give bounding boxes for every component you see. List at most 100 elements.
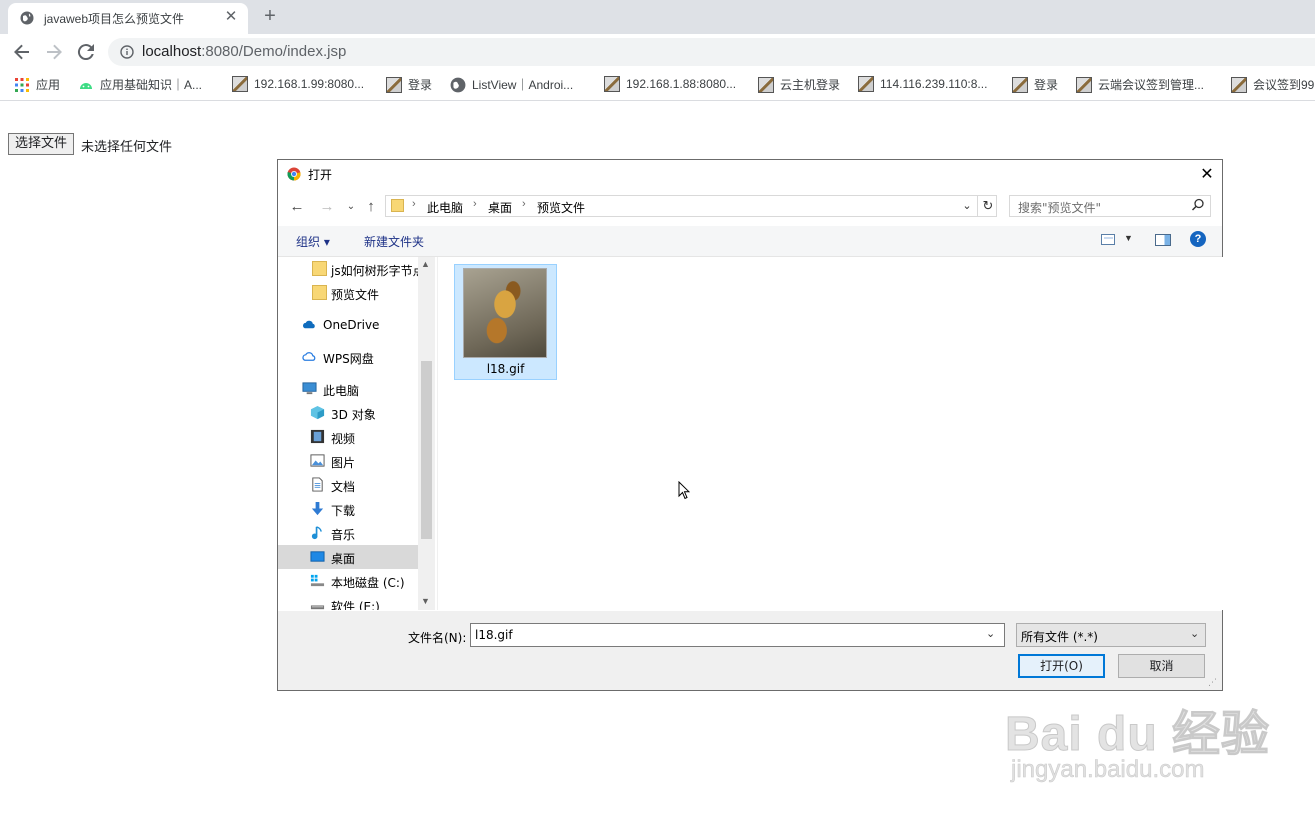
nav-item-downloads[interactable]: 下载 (278, 497, 418, 521)
onedrive-cloud-icon (303, 320, 315, 329)
scroll-up-icon[interactable]: ▲ (421, 259, 430, 269)
nav-item-drive-e[interactable]: 软件 (E:) (278, 593, 418, 610)
scrollbar-thumb[interactable] (421, 361, 432, 539)
bookmark-label: 192.168.1.99:8080... (254, 77, 365, 91)
pictures-icon (310, 454, 325, 467)
nav-item-label: 本地磁盘 (C:) (331, 576, 405, 590)
bookmark-item[interactable]: ListView｜Androi... (450, 76, 573, 94)
forward-arrow-icon[interactable]: → (318, 198, 336, 216)
chevron-down-icon: ⌄ (1190, 628, 1200, 640)
bookmark-apps[interactable]: 应用 (14, 76, 60, 94)
scroll-down-icon[interactable]: ▼ (421, 596, 430, 606)
globe-icon (20, 11, 34, 25)
nav-scrollbar[interactable]: ▲ ▼ (418, 257, 435, 610)
nav-item-pictures[interactable]: 图片 (278, 449, 418, 473)
command-bar: 组织 ▾ 新建文件夹 ▼ ? (278, 226, 1222, 257)
organize-button[interactable]: 组织 ▾ (296, 233, 330, 250)
choose-file-button[interactable]: 选择文件 (8, 133, 75, 155)
bookmark-item[interactable]: 会议签到99 (1231, 76, 1314, 94)
navigation-pane: js如何树形字节点 预览文件 OneDrive WPS网盘 此电脑 3D 对象 … (278, 257, 436, 610)
url-text: localhost:8080/Demo/index.jsp (142, 43, 346, 60)
breadcrumb-preview-folder[interactable]: 预览文件 (537, 199, 585, 216)
image-icon (1012, 76, 1028, 93)
nav-item-videos[interactable]: 视频 (278, 425, 418, 449)
search-input[interactable]: 搜索"预览文件" (1009, 195, 1211, 217)
bookmark-label: 应用基础知识｜A... (100, 78, 203, 92)
chevron-down-icon[interactable]: ⌄ (986, 627, 995, 640)
bookmark-label: ListView｜Androi... (472, 78, 574, 92)
nav-item-3d-objects[interactable]: 3D 对象 (278, 401, 418, 425)
filetype-value: 所有文件 (*.*) (1021, 630, 1098, 644)
file-item[interactable]: l18.gif (454, 264, 557, 380)
nav-item-wps[interactable]: WPS网盘 (278, 345, 418, 369)
desktop-icon (310, 551, 325, 562)
nav-item-music[interactable]: 音乐 (278, 521, 418, 545)
nav-item-folder[interactable]: js如何树形字节点 (278, 257, 425, 281)
browser-tab[interactable]: javaweb项目怎么预览文件 ✕ (8, 3, 248, 34)
nav-item-onedrive[interactable]: OneDrive (278, 313, 418, 337)
bookmark-item[interactable]: 云主机登录 (758, 76, 840, 94)
image-icon (1231, 76, 1247, 93)
back-arrow-icon[interactable] (10, 40, 34, 64)
nav-item-desktop[interactable]: 桌面 (278, 545, 418, 569)
nav-item-drive-c[interactable]: 本地磁盘 (C:) (278, 569, 418, 593)
nav-item-label: 3D 对象 (331, 408, 376, 422)
search-placeholder: 搜索"预览文件" (1018, 201, 1102, 215)
filename-input[interactable]: l18.gif ⌄ (470, 623, 1005, 647)
bookmark-item[interactable]: 登录 (1012, 76, 1058, 94)
bookmark-label: 云主机登录 (780, 78, 841, 92)
bookmark-label: 会议签到99 (1253, 78, 1315, 92)
search-icon[interactable] (1190, 198, 1206, 214)
reload-icon[interactable] (74, 40, 98, 64)
chevron-down-icon[interactable]: ⌄ (342, 198, 360, 216)
tab-title: javaweb项目怎么预览文件 (44, 12, 185, 26)
nav-item-label: 软件 (E:) (331, 600, 380, 610)
nav-item-documents[interactable]: 文档 (278, 473, 418, 497)
chevron-down-icon[interactable]: ⌄ (959, 197, 975, 215)
open-file-dialog: 打开 ✕ ← → ⌄ ↑ › 此电脑 › 桌面 › 预览文件 ⌄ ↻ 搜索"预览… (277, 159, 1223, 691)
bookmark-label: 192.168.1.88:8080... (626, 77, 737, 91)
documents-icon (312, 477, 323, 492)
breadcrumb-separator-icon: › (522, 198, 526, 210)
view-mode-icon[interactable] (1101, 234, 1115, 245)
bookmark-item[interactable]: 登录 (386, 76, 432, 94)
close-tab-icon[interactable]: ✕ (222, 8, 240, 26)
computer-icon (302, 382, 317, 395)
bookmark-item[interactable]: 192.168.1.88:8080... (604, 76, 736, 94)
address-bar[interactable]: localhost:8080/Demo/index.jsp (108, 38, 1315, 66)
nav-item-label: 图片 (331, 456, 356, 470)
close-icon[interactable]: ✕ (1196, 164, 1218, 186)
info-icon[interactable] (120, 45, 134, 59)
chevron-down-icon[interactable]: ▼ (1124, 233, 1133, 243)
dragon-image-thumbnail (463, 268, 547, 358)
filename-value: l18.gif (475, 628, 513, 642)
nav-item-folder[interactable]: 预览文件 (278, 281, 418, 305)
breadcrumb-desktop[interactable]: 桌面 (488, 199, 512, 216)
help-icon[interactable]: ? (1190, 231, 1206, 247)
bookmark-item[interactable]: 应用基础知识｜A... (78, 76, 202, 94)
preview-pane-icon[interactable] (1155, 234, 1171, 246)
image-icon (604, 76, 620, 92)
breadcrumb-this-pc[interactable]: 此电脑 (427, 199, 463, 216)
nav-item-this-pc[interactable]: 此电脑 (278, 377, 418, 401)
nav-item-label: js如何树形字节点 (331, 264, 425, 278)
new-folder-button[interactable]: 新建文件夹 (364, 233, 424, 250)
up-arrow-icon[interactable]: ↑ (362, 198, 380, 216)
dialog-address-bar[interactable]: › 此电脑 › 桌面 › 预览文件 ⌄ (385, 195, 997, 217)
refresh-icon[interactable]: ↻ (977, 196, 998, 216)
globe-icon (450, 77, 466, 92)
forward-arrow-icon[interactable] (42, 40, 66, 64)
new-tab-button[interactable]: + (258, 5, 282, 29)
nav-item-label: WPS网盘 (323, 352, 374, 366)
bookmark-item[interactable]: 114.116.239.110:8... (858, 76, 987, 94)
filetype-select[interactable]: 所有文件 (*.*) ⌄ (1016, 623, 1206, 647)
bookmarks-bar: 应用 应用基础知识｜A... 192.168.1.99:8080... 登录 L… (0, 70, 1315, 101)
nav-item-label: 预览文件 (331, 288, 380, 302)
bookmark-item[interactable]: 192.168.1.99:8080... (232, 76, 364, 94)
android-icon (80, 82, 92, 89)
image-icon (386, 76, 402, 93)
bookmark-item[interactable]: 云端会议签到管理... (1076, 76, 1204, 94)
nav-item-label: 桌面 (331, 552, 356, 566)
watermark: Bai du 经验 jingyan.baidu.com (1004, 672, 1305, 792)
back-arrow-icon[interactable]: ← (288, 198, 306, 216)
